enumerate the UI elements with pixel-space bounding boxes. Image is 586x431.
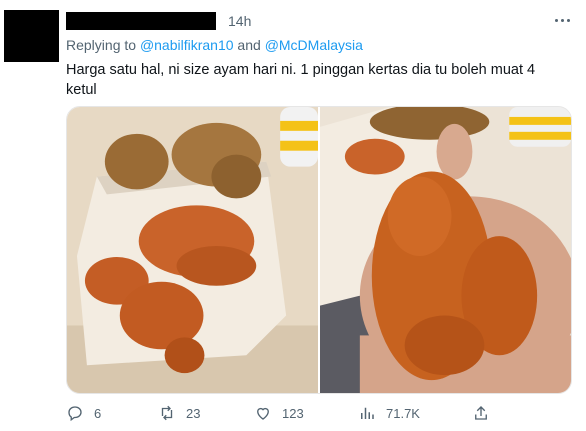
views-count: 71.7K xyxy=(386,405,420,421)
photo-chicken-in-hand[interactable] xyxy=(320,107,571,393)
reply-count: 6 xyxy=(94,405,102,421)
like-count: 123 xyxy=(282,405,304,421)
mention-link-nabilfikran10[interactable]: @nabilfikran10 xyxy=(140,37,234,53)
reply-button[interactable]: 6 xyxy=(66,404,101,422)
retweet-icon xyxy=(161,405,173,421)
replying-joiner: and xyxy=(233,37,265,53)
action-bar: 6 23 123 71.7K xyxy=(66,404,496,426)
share-icon xyxy=(475,406,487,420)
mention-link-mcdmalaysia[interactable]: @McDMalaysia xyxy=(265,37,363,53)
more-icon[interactable] xyxy=(552,14,572,26)
retweet-button[interactable]: 23 xyxy=(158,404,200,422)
replying-to: Replying to @nabilfikran10 and @McDMalay… xyxy=(66,37,363,53)
timestamp[interactable]: 14h xyxy=(228,13,251,29)
media-grid xyxy=(66,106,572,394)
replying-prefix: Replying to xyxy=(66,37,140,53)
reply-icon xyxy=(68,406,82,422)
tweet-text: Harga satu hal, ni size ayam hari ni. 1 … xyxy=(66,62,536,98)
views-icon xyxy=(361,407,374,419)
author-name-redacted[interactable] xyxy=(66,12,216,30)
retweet-count: 23 xyxy=(186,405,201,421)
like-button[interactable]: 123 xyxy=(254,404,304,422)
views-button[interactable]: 71.7K xyxy=(358,404,420,422)
avatar[interactable] xyxy=(4,10,59,62)
share-button[interactable] xyxy=(472,404,490,422)
like-icon xyxy=(257,407,269,420)
photo-chicken-on-tray[interactable] xyxy=(67,107,318,393)
